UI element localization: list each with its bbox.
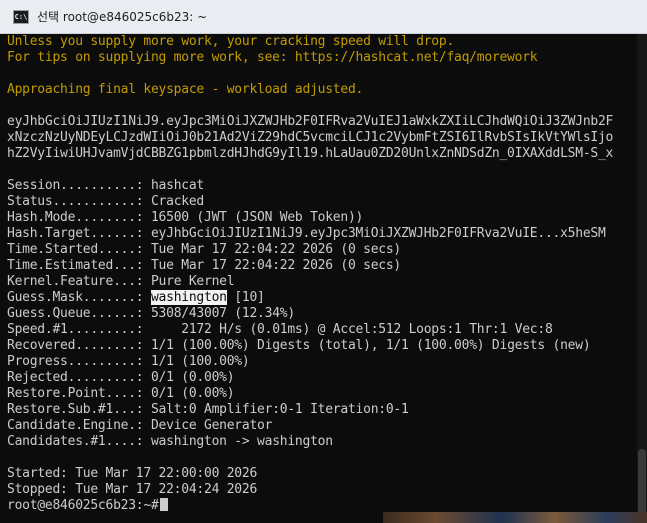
status-label: Time.Estimated...:: [7, 258, 151, 273]
status-label: Guess.Mask.......:: [7, 290, 151, 305]
status-guess-queue: Guess.Queue......: 5308/43007 (12.34%): [7, 306, 637, 322]
terminal-app-icon: C:\: [13, 9, 29, 24]
status-label: Rejected.........:: [7, 370, 151, 385]
status-progress: Progress.........: 1/1 (100.00%): [7, 354, 637, 370]
status-restore-sub: Restore.Sub.#1...: Salt:0 Amplifier:0-1 …: [7, 402, 637, 418]
status-label: Speed.#1.........:: [7, 322, 151, 337]
status-value: 0/1 (0.00%): [150, 370, 235, 385]
status-label: Candidates.#1....:: [7, 434, 151, 449]
approach-line: Approaching final keyspace - workload ad…: [7, 82, 364, 97]
status-value: 16500 (JWT (JSON Web Token)): [150, 210, 364, 225]
status-restore-point: Restore.Point....: 0/1 (0.00%): [7, 386, 637, 402]
status-value: Salt:0 Amplifier:0-1 Iteration:0-1: [150, 402, 409, 417]
status-label: Hash.Target......:: [7, 226, 151, 241]
status-value: 0/1 (0.00%): [150, 386, 235, 401]
status-hash-target: Hash.Target......: eyJhbGciOiJIUzI1NiJ9.…: [7, 226, 637, 242]
desktop-wallpaper-strip: [383, 512, 647, 523]
status-session: Session..........: hashcat: [7, 178, 637, 194]
status-status: Status...........: Cracked: [7, 194, 637, 210]
status-label: Time.Started.....:: [7, 242, 151, 257]
scrollbar-thumb[interactable]: [638, 449, 646, 519]
status-guess-mask: Guess.Mask.......: washington [10]: [7, 290, 637, 306]
status-value: hashcat: [150, 178, 205, 193]
status-value: Tue Mar 17 22:04:22 2026 (0 secs): [150, 258, 401, 273]
status-label: Status...........:: [7, 194, 151, 209]
status-label: Progress.........:: [7, 354, 151, 369]
status-value: Tue Mar 17 22:04:22 2026 (0 secs): [150, 242, 401, 257]
status-value: 5308/43007 (12.34%): [150, 306, 295, 321]
selected-text[interactable]: washington: [150, 290, 227, 305]
notice-line: Unless you supply more work, your cracki…: [7, 34, 455, 49]
jwt-line: xNzczNzUyNDEyLCJzdWIiOiJ0b21Ad2ViZ29hdC5…: [7, 130, 614, 145]
window-title: 선택 root@e846025c6b23: ~: [37, 10, 208, 24]
window-titlebar[interactable]: C:\ 선택 root@e846025c6b23: ~: [0, 0, 647, 34]
status-value: Pure Kernel: [150, 274, 235, 289]
status-speed: Speed.#1.........: 2172 H/s (0.01ms) @ A…: [7, 322, 637, 338]
jwt-line: hZ2VyIiwiUHJvamVjdCBBZG1pbmlzdHJhdG9yIl1…: [7, 146, 614, 161]
status-value: eyJhbGciOiJIUzI1NiJ9.eyJpc3MiOiJXZWJHb2F…: [150, 226, 606, 241]
status-value: [10]: [226, 290, 265, 305]
status-hash-mode: Hash.Mode........: 16500 (JWT (JSON Web …: [7, 210, 637, 226]
text-cursor: [159, 498, 168, 511]
status-value: Device Generator: [150, 418, 273, 433]
status-label: Recovered........:: [7, 338, 151, 353]
status-value: 1/1 (100.00%) Digests (total), 1/1 (100.…: [150, 338, 591, 353]
terminal-scrollbar[interactable]: [637, 34, 647, 523]
status-recovered: Recovered........: 1/1 (100.00%) Digests…: [7, 338, 637, 354]
prompt-text: root@e846025c6b23:~#: [7, 498, 159, 513]
status-kernel-feature: Kernel.Feature...: Pure Kernel: [7, 274, 637, 290]
status-label: Restore.Point....:: [7, 386, 151, 401]
status-time-estimated: Time.Estimated...: Tue Mar 17 22:04:22 2…: [7, 258, 637, 274]
status-value: washington -> washington: [150, 434, 333, 449]
status-candidates: Candidates.#1....: washington -> washing…: [7, 434, 637, 450]
status-candidate-engine: Candidate.Engine.: Device Generator: [7, 418, 637, 434]
status-value: 1/1 (100.00%): [150, 354, 250, 369]
status-label: Hash.Mode........:: [7, 210, 151, 225]
status-value: 2172 H/s (0.01ms) @ Accel:512 Loops:1 Th…: [150, 322, 553, 337]
status-label: Kernel.Feature...:: [7, 274, 151, 289]
terminal-output[interactable]: Unless you supply more work, your cracki…: [0, 34, 637, 523]
status-rejected: Rejected.........: 0/1 (0.00%): [7, 370, 637, 386]
status-label: Candidate.Engine.:: [7, 418, 151, 433]
status-label: Session..........:: [7, 178, 151, 193]
status-time-started: Time.Started.....: Tue Mar 17 22:04:22 2…: [7, 242, 637, 258]
started-line: Started: Tue Mar 17 22:00:00 2026: [7, 466, 258, 481]
stopped-line: Stopped: Tue Mar 17 22:04:24 2026: [7, 482, 258, 497]
notice-line: For tips on supplying more work, see: ht…: [7, 50, 538, 65]
status-label: Guess.Queue......:: [7, 306, 151, 321]
jwt-line: eyJhbGciOiJIUzI1NiJ9.eyJpc3MiOiJXZWJHb2F…: [7, 114, 614, 129]
status-value: Cracked: [150, 194, 205, 209]
status-label: Restore.Sub.#1...:: [7, 402, 151, 417]
